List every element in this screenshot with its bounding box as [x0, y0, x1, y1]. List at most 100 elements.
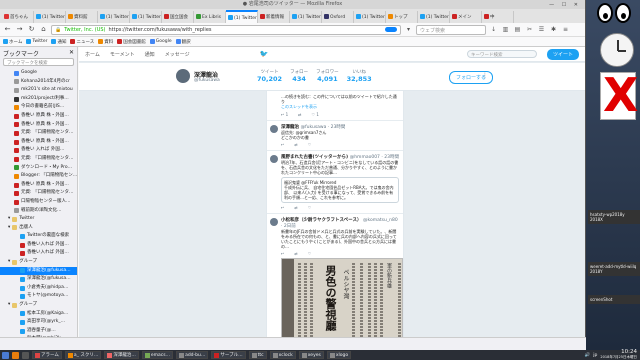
firefox-launcher-icon[interactable] — [12, 351, 19, 359]
taskbar-task[interactable]: アラーム — [32, 351, 62, 359]
taskbar-task[interactable]: 深澤龍治… — [104, 351, 139, 359]
profile-stat[interactable]: いいね 32,853 — [347, 69, 372, 83]
reply-icon[interactable]: ↩ 1 — [281, 112, 288, 117]
tweet[interactable]: …の続きを読む：この件については以前のツイートで紹介した通り このスレッドを表示 ↩… — [267, 91, 403, 121]
bookmark-entry[interactable]: Kohana2014年4月のcr — [0, 78, 77, 87]
bookmark-folder[interactable]: ▾ 出版人 — [0, 224, 77, 233]
show-thread-link[interactable]: このスレッドを表示 — [281, 104, 399, 110]
bookmark-entry[interactable]: 口陽物陥センター版人… — [0, 198, 77, 207]
browser-tab[interactable]: トップ — [386, 11, 418, 23]
bookmark-entry[interactable]: 高田享司(@yrk_… — [0, 318, 77, 327]
volume-icon[interactable]: 🔊 — [585, 353, 591, 358]
bookmark-item[interactable]: 資料 — [98, 39, 113, 45]
url-text[interactable]: https://twitter.com/fukusawa/with_replie… — [108, 27, 211, 33]
tweet[interactable]: 小松和彦（少尉ラヤクラフトスペース） @komatsu_n80 · 2日前 新書年… — [267, 214, 403, 337]
taskbar-task[interactable]: emacs… — [141, 351, 174, 359]
folder-toggle-icon[interactable]: ▾ — [8, 224, 10, 233]
bookmark-entry[interactable]: 香椎い 入れば 外国… — [0, 146, 77, 155]
more-options-icon[interactable]: ⋮ — [482, 72, 488, 79]
retweet-icon[interactable]: ⇄ — [294, 205, 297, 210]
extension-icon[interactable]: ✱ — [549, 25, 558, 34]
bookmark-entry[interactable]: 香椎い入れば 外国… — [0, 249, 77, 258]
taskbar-task[interactable]: xlogo — [326, 351, 352, 359]
bookmark-item[interactable]: Google — [149, 39, 172, 44]
browser-tab[interactable]: (1) Twitter — [290, 11, 322, 23]
taskbar-task[interactable]: xeyes — [298, 351, 324, 359]
dropdown-icon[interactable]: ▾ — [404, 25, 413, 34]
terminal-launcher-icon[interactable] — [22, 351, 29, 359]
browser-tab[interactable]: Oxford — [322, 11, 354, 23]
sidebar-title[interactable]: ブックマーク — [3, 49, 39, 58]
clock[interactable]: 10:24 2018年7月25日木曜日 — [600, 349, 637, 360]
bookmark-entry[interactable]: 香椎い 原典 株・外国… — [0, 138, 77, 147]
nav-home[interactable]: ホーム — [85, 51, 100, 58]
screenshot-icon[interactable]: ✂ — [525, 25, 534, 34]
profile-stat[interactable]: フォロワー 4,091 — [316, 69, 339, 83]
close-icon[interactable]: ✕ — [69, 49, 74, 56]
nav-moments[interactable]: モーメント — [110, 51, 135, 58]
folder-toggle-icon[interactable]: ▾ — [8, 258, 10, 267]
url-bar[interactable]: 🔒 Twitter, Inc. (US) https://twitter.com… — [51, 24, 401, 35]
browser-tab[interactable]: メイン — [450, 11, 482, 23]
taskbar-task[interactable]: add-bu… — [176, 351, 209, 359]
bookmark-item[interactable]: ニュース — [70, 39, 94, 45]
bookmark-entry[interactable]: 戦前期の洋陶文化… — [0, 207, 77, 216]
bookmark-entry[interactable]: モトヤ(@motoya… — [0, 292, 77, 301]
bookmark-entry[interactable]: Blogger: 『口陽物陥セン… — [0, 172, 77, 181]
bookmark-item[interactable]: Twitter — [26, 39, 47, 44]
bookmark-item[interactable]: 通知 — [51, 39, 66, 45]
download-icon[interactable]: ↓ — [489, 25, 498, 34]
bookmark-folder[interactable]: ▾ グループ — [0, 301, 77, 310]
forward-button[interactable]: → — [15, 25, 24, 34]
bookmark-entry[interactable]: Twitterの裏面な検索 — [0, 232, 77, 241]
tweet-avatar[interactable] — [270, 125, 278, 133]
browser-tab[interactable]: (1) Twitter — [226, 10, 258, 23]
bookmark-entry[interactable]: 香椎い入れば 外国… — [0, 241, 77, 250]
bookmark-item[interactable]: ホーム — [3, 39, 22, 45]
browser-tab[interactable]: (1) Twitter — [130, 11, 162, 23]
bookmark-entry[interactable]: 元資: 『口陽物陥センタ… — [0, 189, 77, 198]
window-controls[interactable]: — ☐ ✕ — [549, 1, 581, 10]
tweet[interactable]: 風野まれた古書(ツイッターから) @hmmao007 · 23時間 明治7年、石造… — [267, 151, 403, 214]
reply-icon[interactable]: ↩ — [281, 142, 284, 147]
bookmark-entry[interactable]: Google — [0, 69, 77, 78]
browser-tab[interactable]: 国立国会 — [162, 11, 194, 23]
ime-indicator[interactable]: jp — [593, 353, 597, 358]
bookmark-entry[interactable]: mk201's site at mixtou — [0, 86, 77, 95]
retweet-icon[interactable]: ⇄ — [298, 112, 301, 117]
toggle-icon[interactable] — [385, 27, 397, 32]
browser-tab[interactable]: (1) Twitter — [418, 11, 450, 23]
bookmark-folder[interactable]: ▾ Twitter — [0, 215, 77, 224]
twitter-search-input[interactable]: キーワード検索 — [466, 50, 537, 58]
bookmark-entry[interactable]: mk201/project/利事… — [0, 95, 77, 104]
taskbar-task[interactable]: xclock — [269, 351, 296, 359]
twitter-bird-icon[interactable]: 🐦 — [260, 50, 269, 58]
nav-notifications[interactable]: 通知 — [145, 51, 155, 58]
like-icon[interactable]: ♡ — [308, 205, 312, 210]
reload-button[interactable]: ↻ — [27, 25, 36, 34]
bookmark-entry[interactable]: 元資: 『口陽物陥センタ… — [0, 129, 77, 138]
bookmark-entry[interactable]: 香椎い 原典 株・外国… — [0, 112, 77, 121]
quoted-tweet[interactable]: 福沢鬼婆 @FFFfuk Mirrored 千成外伝に兵、 自宅住宅園芸品ゼット… — [281, 177, 399, 203]
bookmark-entry[interactable]: 小倉秀夫(@hidpa… — [0, 284, 77, 293]
newspaper-image[interactable]: 男色の警視廳 ペルシヤ灣 軍の新兵雄 — [281, 258, 403, 337]
folder-toggle-icon[interactable]: ▾ — [8, 301, 10, 310]
tweet-avatar[interactable] — [270, 155, 278, 163]
bookmark-folder[interactable]: ▾ グループ — [0, 258, 77, 267]
like-icon[interactable]: ♡ — [308, 142, 312, 147]
bookmark-entry[interactable]: 香椎い 原典 株・外国… — [0, 121, 77, 130]
bookmark-entry[interactable]: 松本工房(@Kaiga… — [0, 310, 77, 319]
browser-tab[interactable]: (1) Twitter — [34, 11, 66, 23]
avatar[interactable] — [176, 69, 190, 83]
desktop-note-window[interactable]: hsatxty-wp2018y 2018X — [588, 210, 640, 224]
tweet-button[interactable]: ツイート — [546, 48, 579, 60]
folder-toggle-icon[interactable]: ▾ — [8, 215, 10, 224]
menu-icon[interactable]: ≡ — [561, 25, 570, 34]
search-box[interactable]: ウェブ検索 — [416, 24, 486, 35]
taskbar-task[interactable]: サーブル… — [211, 351, 246, 359]
bookmark-item[interactable]: 国会図書館 — [117, 39, 146, 45]
reply-icon[interactable]: ↩ — [281, 205, 284, 210]
nav-messages[interactable]: メッセージ — [165, 51, 190, 58]
tweet-author[interactable]: 小松和彦（少尉ラヤクラフトスペース） @komatsu_n80 · 2日前 — [281, 217, 399, 229]
reply-icon[interactable]: ↩ — [281, 251, 284, 256]
